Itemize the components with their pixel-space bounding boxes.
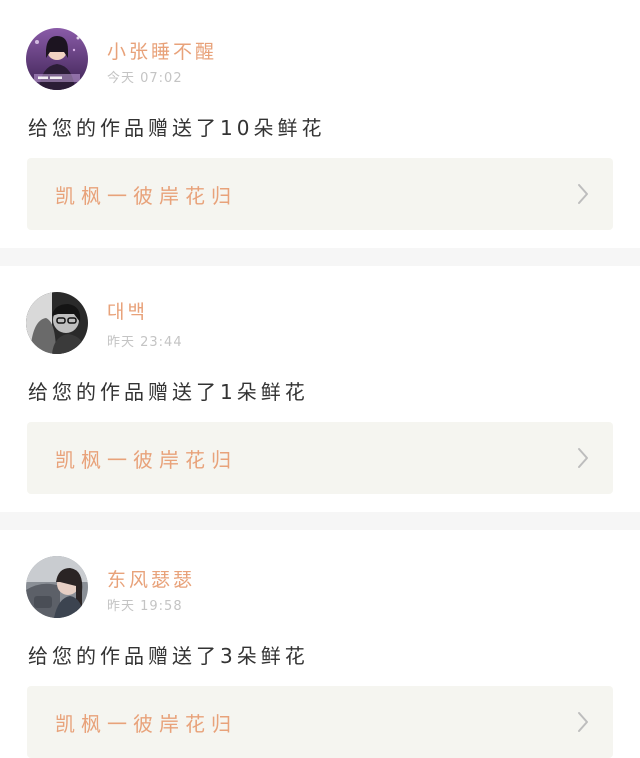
work-link[interactable]: 凯枫一彼岸花归 bbox=[27, 422, 613, 494]
avatar[interactable] bbox=[26, 28, 88, 90]
work-link[interactable]: 凯枫一彼岸花归 bbox=[27, 158, 613, 230]
gift-message: 给您的作品赠送了1朵鲜花 bbox=[28, 380, 309, 404]
work-title: 凯枫一彼岸花归 bbox=[55, 448, 237, 472]
avatar[interactable] bbox=[26, 292, 88, 354]
work-title: 凯枫一彼岸花归 bbox=[55, 184, 237, 208]
notification-card: 대백 昨天 23:44 给您的作品赠送了1朵鲜花 凯枫一彼岸花归 bbox=[0, 266, 640, 512]
user-avatar-car-portrait-icon bbox=[26, 556, 88, 618]
user-avatar-purple-portrait-icon bbox=[26, 28, 88, 90]
avatar[interactable] bbox=[26, 556, 88, 618]
section-separator bbox=[0, 512, 640, 530]
chevron-right-icon bbox=[578, 184, 588, 204]
work-title: 凯枫一彼岸花归 bbox=[55, 712, 237, 736]
user-avatar-grayscale-portrait-icon bbox=[26, 292, 88, 354]
timestamp: 昨天 19:58 bbox=[107, 599, 183, 614]
gift-message: 给您的作品赠送了3朵鲜花 bbox=[28, 644, 309, 668]
chevron-right-icon bbox=[578, 712, 588, 732]
chevron-right-icon bbox=[578, 448, 588, 468]
timestamp: 今天 07:02 bbox=[107, 71, 183, 86]
username[interactable]: 대백 bbox=[107, 297, 148, 324]
username[interactable]: 东风瑟瑟 bbox=[107, 565, 195, 592]
notification-card: 小张睡不醒 今天 07:02 给您的作品赠送了10朵鲜花 凯枫一彼岸花归 bbox=[0, 0, 640, 248]
gift-message: 给您的作品赠送了10朵鲜花 bbox=[28, 116, 326, 140]
section-separator bbox=[0, 248, 640, 266]
work-link[interactable]: 凯枫一彼岸花归 bbox=[27, 686, 613, 758]
timestamp: 昨天 23:44 bbox=[107, 335, 183, 350]
username[interactable]: 小张睡不醒 bbox=[107, 37, 217, 64]
notification-card: 东风瑟瑟 昨天 19:58 给您的作品赠送了3朵鲜花 凯枫一彼岸花归 bbox=[0, 530, 640, 758]
